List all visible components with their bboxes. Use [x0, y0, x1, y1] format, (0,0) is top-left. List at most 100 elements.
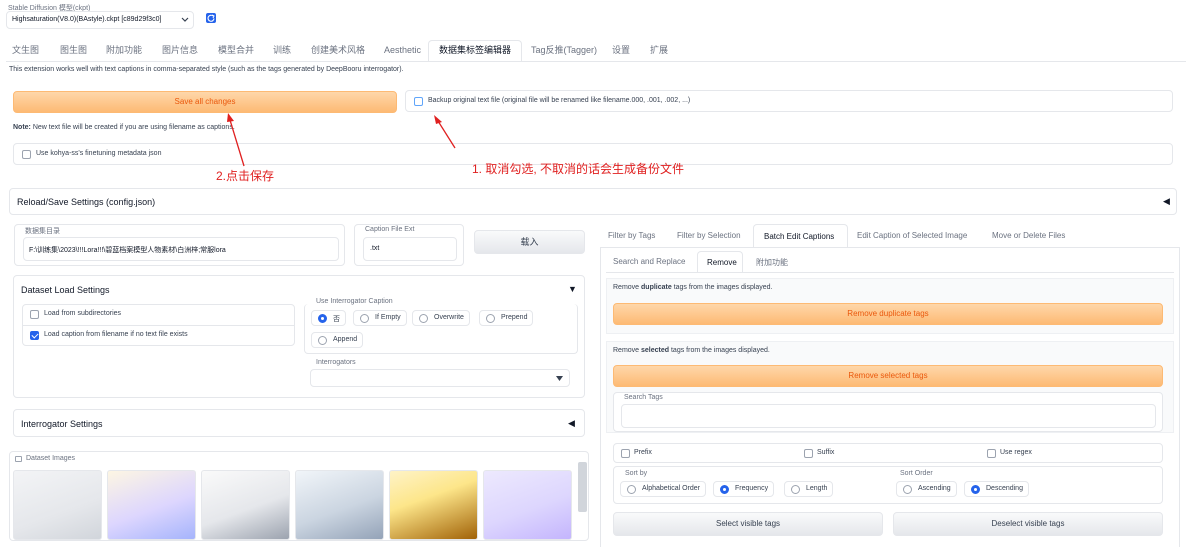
use-regex-checkbox[interactable] — [987, 449, 996, 458]
sort-frequency-label: Frequency — [735, 485, 769, 492]
reload-save-accordion[interactable]: Reload/Save Settings (config.json) ◀ — [9, 188, 1177, 215]
radio-if-empty-label: If Empty — [375, 314, 401, 321]
load-options-divider — [23, 325, 294, 326]
sort-alphabetical[interactable]: Alphabetical Order — [620, 481, 706, 497]
image-icon — [15, 456, 22, 462]
sort-frequency[interactable]: Frequency — [713, 481, 775, 497]
dropdown-caret-icon — [556, 376, 563, 381]
radio-prepend-label: Prepend — [501, 314, 528, 321]
dataset-image-thumb[interactable] — [13, 470, 102, 540]
sort-options-row: Sort by Alphabetical Order Frequency Len… — [613, 466, 1163, 504]
load-subdirs-label: Load from subdirectories — [44, 310, 122, 317]
deselect-visible-tags-button[interactable]: Deselect visible tags — [893, 512, 1163, 536]
caption-ext-label: Caption File Ext — [365, 226, 415, 233]
caption-ext-input[interactable]: .txt — [363, 237, 457, 261]
collapse-arrow-icon: ◀ — [568, 418, 575, 428]
radio-prepend[interactable]: Prepend — [479, 310, 534, 326]
interrogators-label: Interrogators — [316, 359, 356, 366]
sort-descending-dot — [971, 485, 980, 494]
sort-order-label: Sort Order — [900, 470, 933, 477]
desc-pre: Remove — [613, 284, 642, 291]
radio-overwrite-label: Overwrite — [434, 314, 464, 321]
subtab-extras[interactable]: 附加功能 — [756, 257, 788, 268]
select-visible-tags-button[interactable]: Select visible tags — [613, 512, 883, 536]
interrogator-caption-group: Use Interrogator Caption 否 If Empty Over… — [304, 298, 578, 354]
dataset-load-settings: Dataset Load Settings ▼ Load from subdir… — [13, 275, 585, 398]
sort-length-label: Length — [806, 485, 828, 492]
dataset-dir-block: 数据集目录 F:\训练集\2023\!!!Lora!!!\碧蓝档案模型人物素材\… — [14, 224, 345, 266]
prefix-label: Prefix — [634, 449, 652, 456]
collapse-arrow-icon: ◀ — [1163, 196, 1170, 206]
tab-edit-caption-selected[interactable]: Edit Caption of Selected Image — [857, 231, 967, 240]
dataset-image-thumb[interactable] — [389, 470, 478, 540]
radio-no[interactable]: 否 — [311, 310, 346, 326]
sort-alphabetical-label: Alphabetical Order — [642, 485, 700, 492]
radio-if-empty[interactable]: If Empty — [353, 310, 407, 326]
radio-append-label: Append — [333, 336, 358, 343]
sort-length-dot — [791, 485, 800, 494]
search-tags-block: Search Tags — [613, 392, 1163, 432]
tab-filter-by-tags[interactable]: Filter by Tags — [608, 231, 655, 240]
sort-by-label: Sort by — [625, 470, 648, 477]
use-regex-label: Use regex — [1000, 449, 1032, 456]
dataset-image-thumb[interactable] — [201, 470, 290, 540]
remove-selected-tags-button[interactable]: Remove selected tags — [613, 365, 1163, 387]
remove-selected-desc: Remove selected tags from the images dis… — [613, 347, 770, 354]
load-caption-checkbox[interactable] — [30, 331, 39, 340]
sort-alphabetical-dot — [627, 485, 636, 494]
tab-filter-by-selection[interactable]: Filter by Selection — [677, 231, 741, 240]
dataset-images-label: Dataset Images — [26, 455, 76, 462]
suffix-label: Suffix — [817, 449, 835, 456]
tab-move-delete-files[interactable]: Move or Delete Files — [992, 231, 1065, 240]
sort-ascending[interactable]: Ascending — [896, 481, 957, 497]
dataset-load-settings-title: Dataset Load Settings — [21, 285, 110, 295]
subtab-remove[interactable]: Remove — [697, 251, 743, 273]
radio-overwrite[interactable]: Overwrite — [412, 310, 470, 326]
desc-bold: selected — [641, 347, 670, 354]
subtab-search-replace[interactable]: Search and Replace — [613, 257, 686, 266]
sort-ascending-dot — [903, 485, 912, 494]
desc-post: tags from the images displayed. — [669, 347, 770, 354]
desc-bold: duplicate — [641, 284, 672, 291]
dataset-image-thumb[interactable] — [483, 470, 572, 540]
dataset-dir-input[interactable]: F:\训练集\2023\!!!Lora!!!\碧蓝档案模型人物素材\白洲梓;常服… — [23, 237, 339, 261]
radio-append[interactable]: Append — [311, 332, 364, 348]
radio-append-dot — [318, 336, 327, 345]
dataset-image-thumb[interactable] — [295, 470, 384, 540]
subtabs-divider — [606, 272, 1174, 273]
suffix-checkbox[interactable] — [804, 449, 813, 458]
radio-prepend-dot — [486, 314, 495, 323]
use-interrogator-label: Use Interrogator Caption — [316, 298, 393, 305]
load-button[interactable]: 载入 — [474, 230, 585, 254]
caption-ext-block: Caption File Ext .txt — [354, 224, 464, 266]
dataset-image-thumb[interactable] — [107, 470, 196, 540]
expand-arrow-icon[interactable]: ▼ — [568, 284, 577, 294]
caption-ext-value: .txt — [370, 245, 380, 252]
sort-length[interactable]: Length — [784, 481, 834, 497]
prefix-checkbox[interactable] — [621, 449, 630, 458]
load-caption-label: Load caption from filename if no text fi… — [44, 331, 188, 338]
remove-duplicate-tags-button[interactable]: Remove duplicate tags — [613, 303, 1163, 325]
sort-descending[interactable]: Descending — [964, 481, 1029, 497]
interrogator-settings-title: Interrogator Settings — [21, 419, 103, 429]
remove-duplicate-desc: Remove duplicate tags from the images di… — [613, 284, 773, 291]
arrow-2-line — [229, 119, 245, 167]
load-subdirs-checkbox[interactable] — [30, 310, 39, 319]
dataset-dir-label: 数据集目录 — [25, 228, 60, 235]
desc-pre: Remove — [613, 347, 642, 354]
radio-overwrite-dot — [419, 314, 428, 323]
interrogator-settings-accordion[interactable]: Interrogator Settings ◀ — [13, 409, 585, 437]
arrow-2-head — [227, 113, 234, 122]
reload-save-title: Reload/Save Settings (config.json) — [17, 197, 156, 207]
interrogators-dropdown[interactable] — [310, 369, 570, 387]
subtab-remove-label: Remove — [707, 258, 737, 267]
dataset-dir-value: F:\训练集\2023\!!!Lora!!!\碧蓝档案模型人物素材\白洲梓;常服… — [29, 247, 226, 254]
sort-descending-label: Descending — [986, 485, 1023, 492]
search-options-row: Prefix Suffix Use regex — [613, 443, 1163, 463]
search-tags-input[interactable] — [621, 404, 1156, 428]
arrow-1-line — [437, 120, 456, 149]
gallery-scrollbar[interactable] — [578, 462, 587, 512]
sort-ascending-label: Ascending — [918, 485, 951, 492]
tab-batch-edit-captions[interactable]: Batch Edit Captions — [753, 224, 848, 248]
load-options-group: Load from subdirectories Load caption fr… — [22, 304, 295, 346]
